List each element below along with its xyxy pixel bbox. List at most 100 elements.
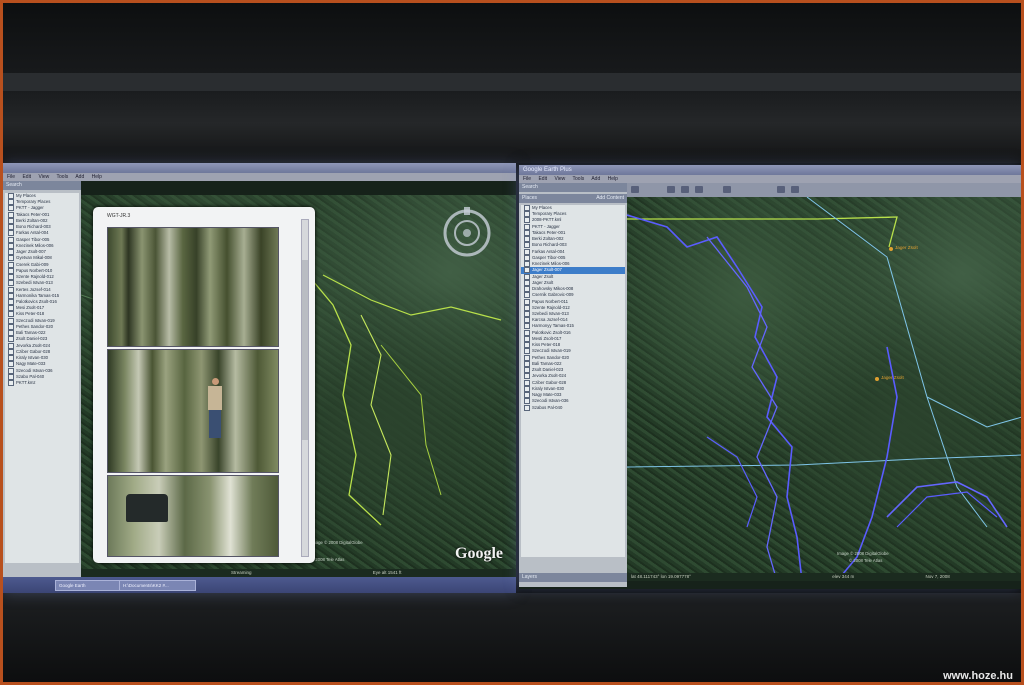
checkbox[interactable] (8, 280, 14, 287)
checkbox[interactable] (8, 242, 14, 249)
checkbox[interactable] (8, 292, 14, 299)
toolbar-ruler-icon[interactable] (777, 186, 785, 193)
checkbox[interactable] (524, 392, 530, 399)
checkbox[interactable] (524, 261, 530, 268)
checkbox[interactable] (524, 205, 530, 211)
right-map-view[interactable]: Jager Zsolt Jager Zsolt Image © 2008 Dig… (627, 197, 1021, 581)
checkbox[interactable] (8, 199, 14, 206)
checkbox[interactable] (524, 398, 530, 405)
checkbox[interactable] (8, 261, 14, 268)
checkbox[interactable] (524, 373, 530, 380)
right-search-header[interactable]: Search (519, 183, 627, 192)
checkbox[interactable] (524, 242, 530, 249)
checkbox[interactable] (8, 286, 14, 293)
balloon-scrollbar[interactable] (301, 219, 309, 557)
balloon-scroll-thumb[interactable] (302, 260, 308, 440)
checkbox[interactable] (8, 323, 14, 330)
toolbar-path-icon[interactable] (695, 186, 703, 193)
tree-item[interactable]: Szabos Pal-040 (521, 404, 625, 411)
checkbox[interactable] (8, 355, 14, 362)
checkbox[interactable] (524, 229, 530, 236)
checkbox[interactable] (8, 342, 14, 349)
checkbox[interactable] (8, 380, 14, 387)
checkbox[interactable] (524, 267, 530, 274)
checkbox[interactable] (524, 342, 530, 349)
checkbox[interactable] (8, 361, 14, 368)
tree-item[interactable]: PKTT.kmz (5, 380, 79, 387)
checkbox[interactable] (524, 317, 530, 324)
checkbox[interactable] (8, 193, 14, 199)
checkbox[interactable] (524, 367, 530, 374)
checkbox[interactable] (524, 335, 530, 342)
checkbox[interactable] (8, 348, 14, 355)
checkbox[interactable] (524, 348, 530, 355)
tree-item-label: Gasper Tibor-005 (16, 236, 50, 242)
checkbox[interactable] (524, 211, 530, 218)
toolbar-placemark-icon[interactable] (667, 186, 675, 193)
checkbox[interactable] (8, 367, 14, 374)
map-label-1[interactable]: Jager Zsolt (895, 245, 918, 250)
layers-header[interactable]: Layers (519, 573, 627, 582)
menu-view[interactable]: View (38, 174, 49, 180)
checkbox[interactable] (524, 254, 530, 261)
toolbar-hide-sidebar-icon[interactable] (631, 186, 639, 193)
checkbox[interactable] (8, 274, 14, 281)
checkbox[interactable] (8, 373, 14, 380)
checkbox[interactable] (524, 360, 530, 367)
checkbox[interactable] (8, 298, 14, 305)
checkbox[interactable] (524, 404, 530, 411)
checkbox[interactable] (524, 248, 530, 255)
checkbox[interactable] (524, 304, 530, 311)
checkbox[interactable] (524, 236, 530, 243)
taskbar-google-earth[interactable]: Google Earth (55, 580, 120, 591)
left-map-copyright: Image © 2008 DigitalGlobe (311, 540, 363, 545)
toolbar-tour-icon[interactable] (723, 186, 731, 193)
map-label-2[interactable]: Jager Zsolt (881, 375, 904, 380)
menu-help[interactable]: Help (92, 174, 102, 180)
taskbar-documents[interactable]: H:\Documents\KK2 #... (119, 580, 196, 591)
menu-tools[interactable]: Tools (573, 176, 585, 182)
checkbox[interactable] (524, 354, 530, 361)
menu-add[interactable]: Add (591, 176, 600, 182)
menu-view[interactable]: View (554, 176, 565, 182)
checkbox[interactable] (524, 323, 530, 330)
checkbox[interactable] (524, 286, 530, 293)
checkbox[interactable] (524, 379, 530, 386)
checkbox[interactable] (524, 298, 530, 305)
checkbox[interactable] (8, 224, 14, 231)
toolbar-email-icon[interactable] (791, 186, 799, 193)
checkbox[interactable] (8, 211, 14, 218)
checkbox[interactable] (524, 329, 530, 336)
checkbox[interactable] (8, 236, 14, 243)
menu-edit[interactable]: Edit (538, 176, 547, 182)
checkbox[interactable] (8, 230, 14, 237)
navigation-compass[interactable] (441, 207, 493, 259)
menu-add[interactable]: Add (75, 174, 84, 180)
add-content-button[interactable]: Add Content (596, 194, 624, 203)
menu-file[interactable]: File (523, 176, 531, 182)
checkbox[interactable] (8, 330, 14, 337)
checkbox[interactable] (524, 279, 530, 286)
menu-file[interactable]: File (7, 174, 15, 180)
checkbox[interactable] (8, 311, 14, 318)
checkbox[interactable] (8, 217, 14, 224)
checkbox[interactable] (8, 336, 14, 343)
tree-item-label: Drahovsky Mikos-008 (532, 286, 574, 292)
left-search-header[interactable]: Search (3, 181, 81, 190)
checkbox[interactable] (8, 249, 14, 256)
checkbox[interactable] (8, 255, 14, 262)
toolbar-polygon-icon[interactable] (681, 186, 689, 193)
menu-help[interactable]: Help (608, 176, 618, 182)
checkbox[interactable] (524, 310, 530, 317)
checkbox[interactable] (8, 305, 14, 312)
checkbox[interactable] (524, 223, 530, 230)
menu-tools[interactable]: Tools (57, 174, 69, 180)
menu-edit[interactable]: Edit (22, 174, 31, 180)
checkbox[interactable] (8, 317, 14, 324)
checkbox[interactable] (8, 267, 14, 274)
checkbox[interactable] (8, 205, 14, 212)
checkbox[interactable] (524, 217, 530, 224)
checkbox[interactable] (524, 273, 530, 280)
checkbox[interactable] (524, 385, 530, 392)
checkbox[interactable] (524, 292, 530, 299)
